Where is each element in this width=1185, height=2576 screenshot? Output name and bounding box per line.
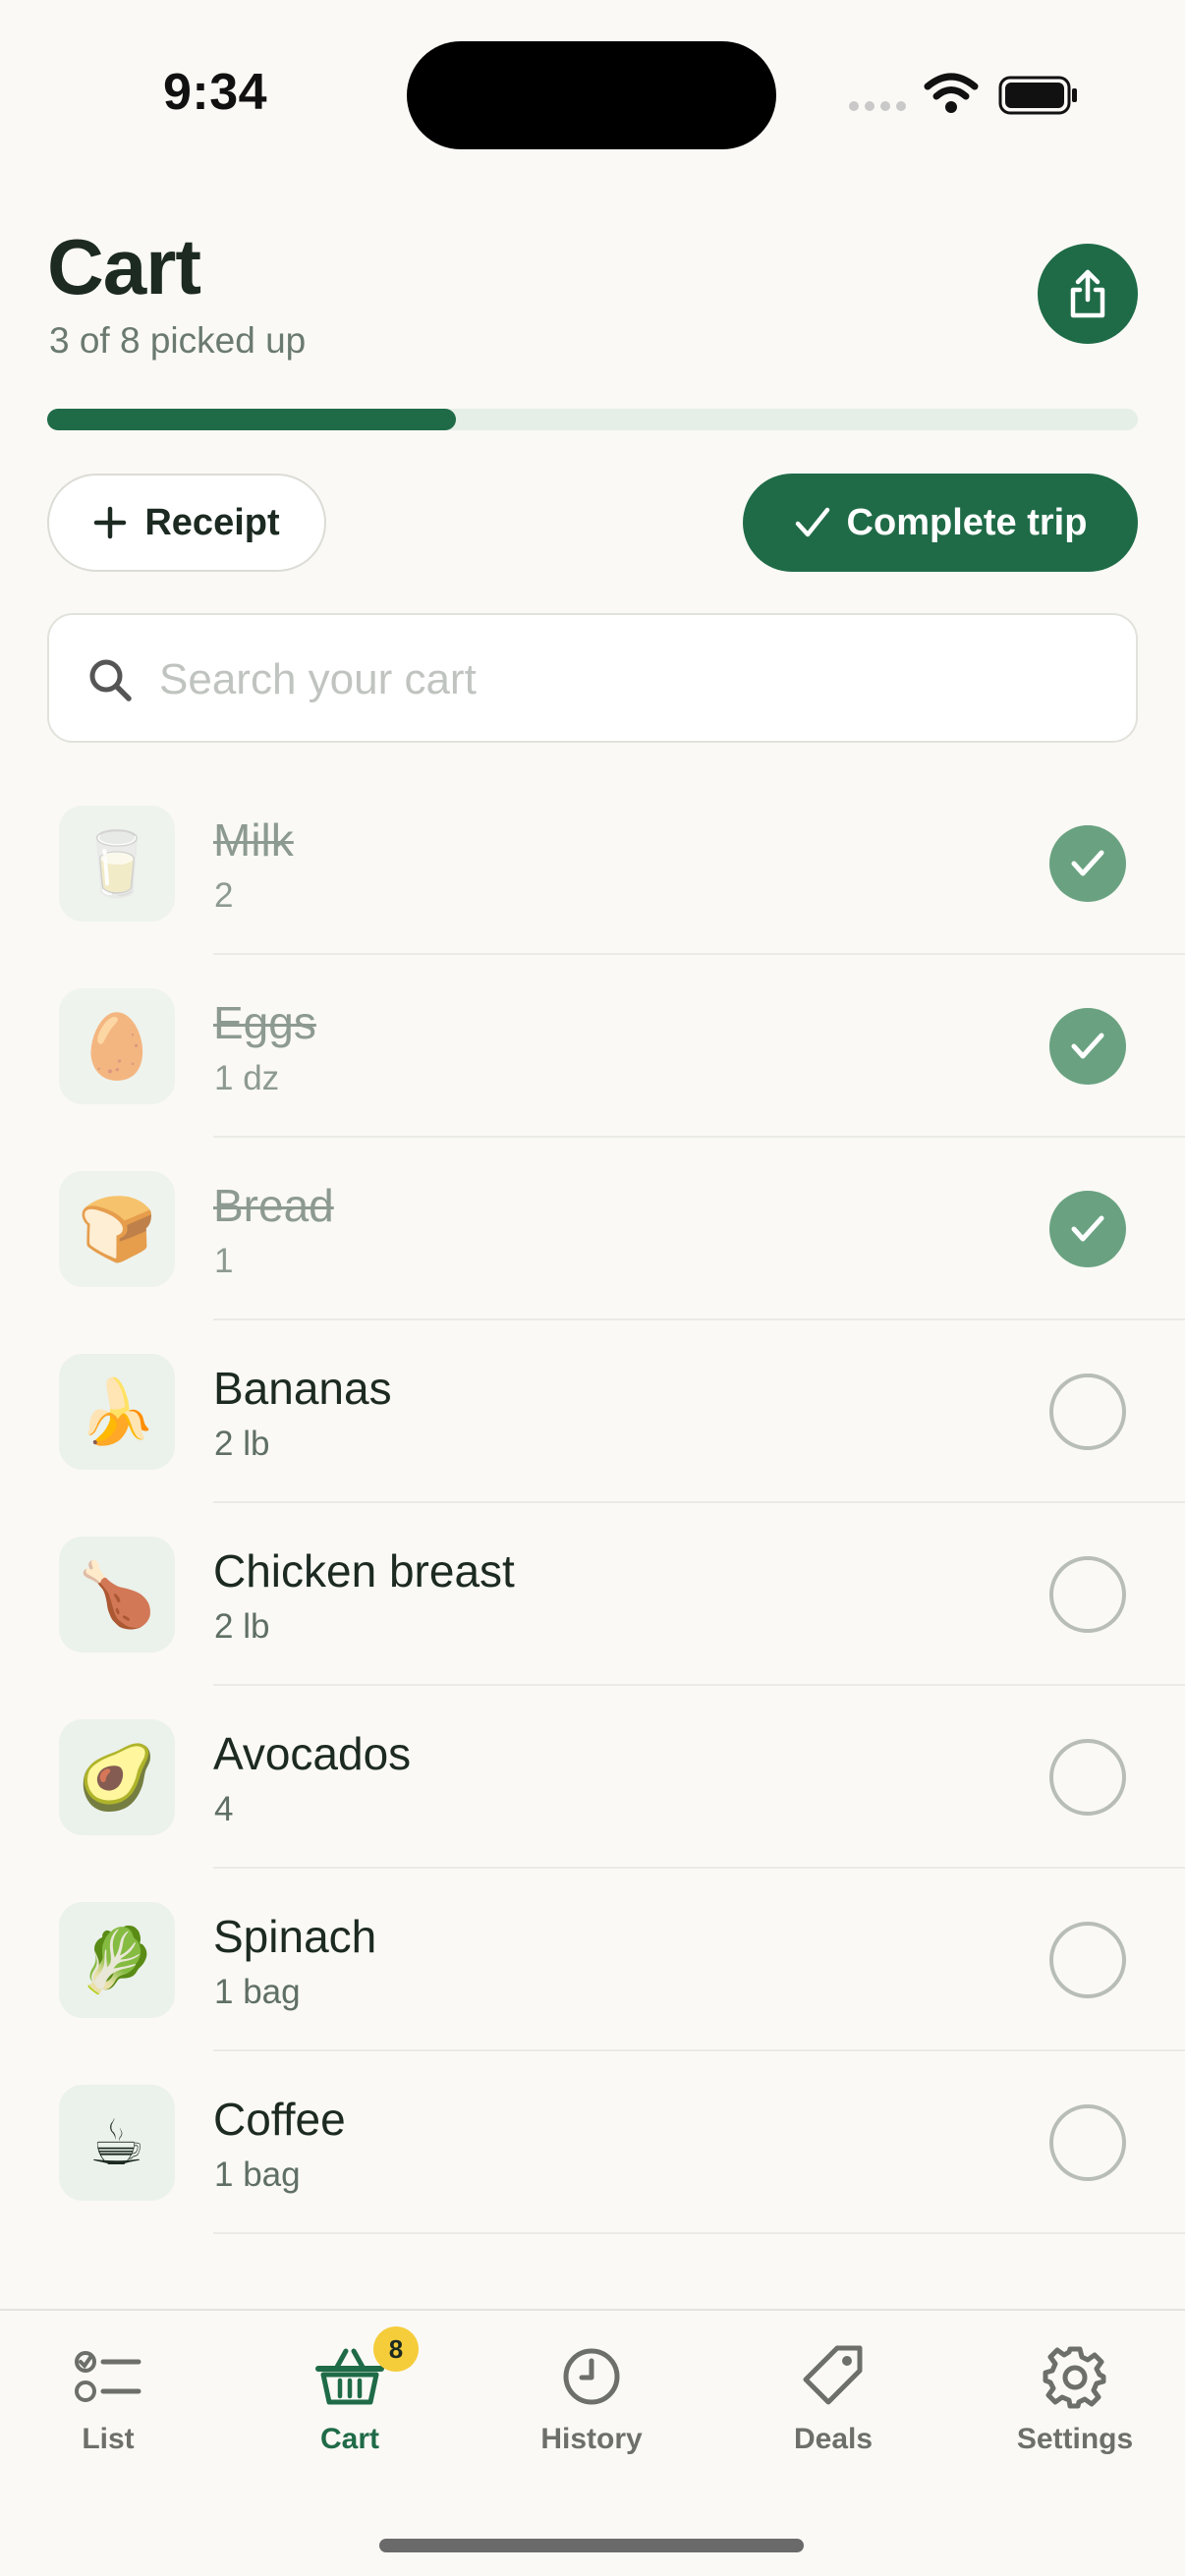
tab-list[interactable]: List (10, 2340, 206, 2488)
item-quantity: 4 (214, 1790, 234, 1828)
checkmark-icon (1071, 1033, 1104, 1059)
status-time: 9:34 (163, 64, 268, 121)
wifi-icon (924, 73, 979, 113)
item-thumbnail: 🥚 (59, 988, 175, 1104)
item-name: Avocados (213, 1728, 412, 1779)
item-quantity: 1 dz (214, 1059, 280, 1097)
cart-count-badge: 8 (373, 2326, 419, 2372)
item-checkbox[interactable] (1049, 1922, 1126, 1998)
cart-item-row[interactable]: 🍌 Bananas 2 lb (0, 1320, 1185, 1503)
item-name: Spinach (213, 1911, 377, 1962)
add-receipt-label: Receipt (144, 501, 280, 543)
item-checkbox[interactable] (1049, 1556, 1126, 1633)
battery-icon (998, 76, 1077, 115)
tag-icon (803, 2345, 863, 2405)
search-bar (47, 613, 1138, 743)
progress-bar (47, 409, 1138, 430)
item-thumbnail: ☕ (59, 2085, 175, 2201)
share-icon (1070, 269, 1105, 318)
row-divider (213, 2232, 1185, 2234)
cart-item-row[interactable]: ☕ Coffee 1 bag (0, 2051, 1185, 2234)
item-checkbox[interactable] (1049, 1373, 1126, 1450)
page-title: Cart (47, 223, 201, 310)
home-indicator (379, 2539, 804, 2552)
item-quantity: 1 (214, 1242, 234, 1280)
item-checkbox[interactable] (1049, 1191, 1126, 1267)
progress-fill (47, 409, 457, 430)
tab-bar: List 8 Cart History Deals Settings (0, 2309, 1185, 2576)
cart-screen: 9:34 Cart 3 of 8 picked up Receipt Compl… (0, 0, 1185, 2576)
tab-label: Settings (1016, 2423, 1134, 2455)
cart-item-row[interactable]: 🥛 Milk 2 (0, 772, 1185, 955)
tab-history[interactable]: History (493, 2340, 690, 2488)
item-thumbnail: 🍞 (59, 1171, 175, 1287)
tab-label: List (82, 2423, 135, 2455)
cart-item-row[interactable]: 🥑 Avocados 4 (0, 1686, 1185, 1869)
dynamic-island (407, 41, 776, 149)
item-checkbox[interactable] (1049, 1739, 1126, 1816)
complete-trip-button[interactable]: Complete trip (743, 474, 1138, 572)
item-quantity: 2 lb (214, 1607, 270, 1646)
item-thumbnail: 🍗 (59, 1537, 175, 1652)
tab-label: Cart (319, 2423, 379, 2455)
plus-icon (94, 506, 127, 539)
item-quantity: 1 bag (214, 2156, 301, 2194)
checkmark-icon (1071, 1215, 1104, 1242)
item-quantity: 2 lb (214, 1425, 270, 1463)
status-bar: 9:34 (0, 0, 1185, 187)
item-name: Bread (213, 1180, 334, 1231)
tab-label: Deals (793, 2423, 874, 2455)
progress-summary: 3 of 8 picked up (49, 320, 307, 361)
item-checkbox[interactable] (1049, 1008, 1126, 1085)
item-thumbnail: 🥬 (59, 1902, 175, 2018)
share-button[interactable] (1038, 244, 1138, 344)
search-input[interactable] (159, 644, 1102, 715)
cart-item-row[interactable]: 🍗 Chicken breast 2 lb (0, 1503, 1185, 1686)
cart-item-row[interactable]: 🥬 Spinach 1 bag (0, 1869, 1185, 2051)
add-receipt-button[interactable]: Receipt (47, 474, 326, 572)
search-icon (89, 659, 132, 701)
item-thumbnail: 🥑 (59, 1719, 175, 1835)
cellular-signal-icon (849, 101, 906, 111)
clock-icon (563, 2348, 620, 2405)
cart-item-row[interactable]: 🍞 Bread 1 (0, 1138, 1185, 1320)
item-name: Milk (213, 814, 294, 866)
cart-item-list: 🥛 Milk 2 🥚 Eggs 1 dz 🍞 Bread 1 🍌 Bananas (0, 772, 1185, 2234)
item-checkbox[interactable] (1049, 2104, 1126, 2181)
item-name: Coffee (213, 2094, 346, 2145)
item-thumbnail: 🥛 (59, 806, 175, 922)
tab-cart[interactable]: 8 Cart (252, 2326, 448, 2488)
item-thumbnail: 🍌 (59, 1354, 175, 1470)
tab-settings[interactable]: Settings (977, 2340, 1173, 2488)
tab-deals[interactable]: Deals (735, 2340, 931, 2488)
complete-trip-label: Complete trip (846, 501, 1088, 543)
item-name: Eggs (213, 997, 316, 1048)
cart-item-row[interactable]: 🥚 Eggs 1 dz (0, 955, 1185, 1138)
checkmark-icon (1071, 850, 1104, 876)
item-quantity: 2 (214, 876, 234, 915)
checklist-icon (75, 2351, 141, 2402)
item-checkbox[interactable] (1049, 825, 1126, 902)
item-quantity: 1 bag (214, 1973, 301, 2011)
item-name: Chicken breast (213, 1545, 515, 1596)
gear-icon (1043, 2346, 1106, 2409)
tab-label: History (540, 2423, 643, 2455)
item-name: Bananas (213, 1363, 392, 1414)
checkmark-icon (795, 507, 829, 537)
